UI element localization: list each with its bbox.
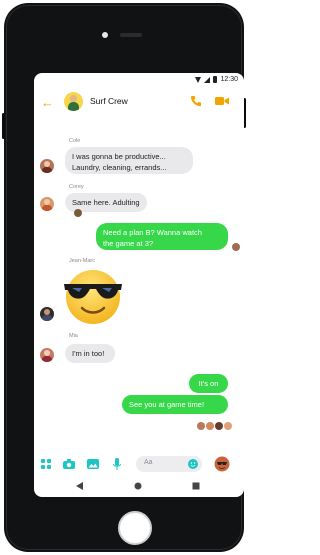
microphone-icon[interactable] xyxy=(113,458,121,470)
message-text: the game at 3? xyxy=(103,239,154,248)
nav-back-icon[interactable] xyxy=(76,482,83,490)
phone-icon[interactable] xyxy=(190,95,202,107)
read-receipt-avatar xyxy=(197,422,205,430)
sender-name: Cole xyxy=(69,138,81,144)
sunglasses-emoji-icon xyxy=(64,270,122,324)
android-nav-bar xyxy=(34,476,244,497)
back-arrow-icon[interactable]: ← xyxy=(41,96,54,109)
read-receipt-avatar xyxy=(232,243,240,251)
chat-title[interactable]: Surf Crew xyxy=(90,96,128,106)
phone-frame: 12:30 ← Surf Crew Cole I was gonna be pr… xyxy=(2,3,246,552)
image-icon[interactable] xyxy=(87,459,99,469)
group-avatar[interactable] xyxy=(64,92,83,111)
status-time: 12:30 xyxy=(220,76,238,83)
message-text: I was gonna be productive... xyxy=(72,152,166,161)
sender-name: Mia xyxy=(69,333,78,339)
sender-name: Jean-Marc xyxy=(69,258,95,264)
adulting-emoji-icon xyxy=(74,209,82,217)
message-input-placeholder: Aa xyxy=(144,459,153,466)
status-bar: 12:30 xyxy=(34,73,244,87)
sticker-icon[interactable] xyxy=(214,456,230,472)
avatar[interactable] xyxy=(40,159,54,173)
nav-recents-icon[interactable] xyxy=(192,482,200,490)
video-camera-icon[interactable] xyxy=(215,96,229,106)
chat-header: ← Surf Crew xyxy=(34,87,244,117)
message-text: I'm in too! xyxy=(72,349,105,358)
read-receipt-avatar xyxy=(224,422,232,430)
message-text: Laundry, cleaning, errands... xyxy=(72,163,167,172)
front-camera xyxy=(102,32,108,38)
composer-bar: Aa xyxy=(34,452,244,476)
home-button[interactable] xyxy=(118,511,152,545)
avatar[interactable] xyxy=(40,197,54,211)
message-text: Same here. Adulting xyxy=(72,198,140,207)
sender-name: Corey xyxy=(69,184,84,190)
message-bubble-incoming: Same here. Adulting xyxy=(65,193,147,217)
message-list: Cole I was gonna be productive... Laundr… xyxy=(34,117,244,452)
earpiece-speaker xyxy=(120,33,142,37)
messenger-screen: 12:30 ← Surf Crew Cole I was gonna be pr… xyxy=(34,73,244,497)
avatar[interactable] xyxy=(40,348,54,362)
message-text: It's on xyxy=(198,379,219,388)
read-receipt-avatar xyxy=(206,422,214,430)
emoji-icon[interactable] xyxy=(188,459,198,469)
message-bubble-outgoing: See you at game time! xyxy=(122,395,228,414)
message-text: Need a plan B? Wanna watch xyxy=(103,228,202,237)
battery-icon xyxy=(213,76,218,83)
apps-icon[interactable] xyxy=(41,459,51,469)
message-bubble-incoming: I'm in too! xyxy=(65,344,115,363)
message-bubble-incoming: I was gonna be productive... Laundry, cl… xyxy=(65,147,193,174)
volume-button xyxy=(2,113,5,139)
message-input[interactable]: Aa xyxy=(136,456,202,472)
nav-home-icon[interactable] xyxy=(134,482,142,490)
signal-icon xyxy=(204,76,211,83)
wifi-icon xyxy=(195,76,202,83)
avatar[interactable] xyxy=(40,307,54,321)
camera-icon[interactable] xyxy=(63,459,75,469)
message-text: See you at game time! xyxy=(129,400,205,409)
message-bubble-outgoing: Need a plan B? Wanna watch the game at 3… xyxy=(96,223,228,250)
read-receipt-avatar xyxy=(215,422,223,430)
message-bubble-outgoing: It's on xyxy=(189,374,228,393)
